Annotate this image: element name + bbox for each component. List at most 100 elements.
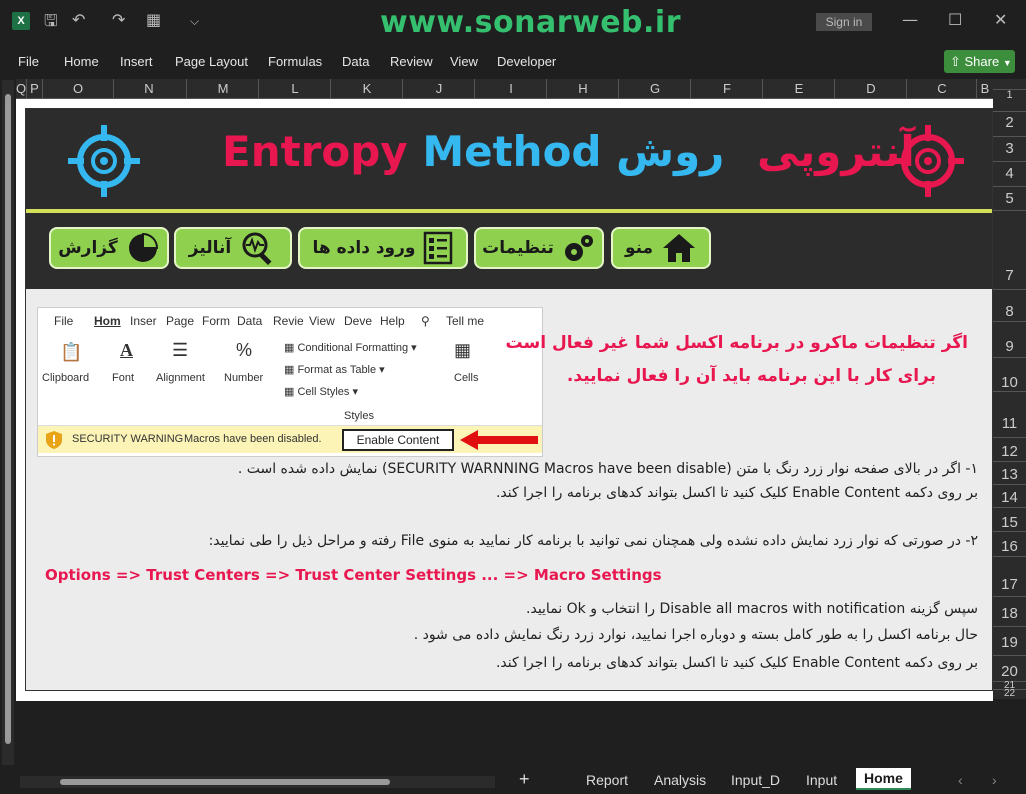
row-header-14[interactable]: 14	[993, 484, 1026, 507]
horizontal-scrollbar[interactable]	[20, 776, 495, 788]
quick-access-dropdown-icon[interactable]: ⌵	[190, 14, 199, 29]
sheet-tab-input[interactable]: Input	[806, 772, 837, 788]
menu-page-layout[interactable]: Page Layout	[175, 54, 248, 69]
row-header-22[interactable]: 22	[993, 689, 1026, 699]
menu-developer[interactable]: Developer	[497, 54, 556, 69]
col-header-g[interactable]: G	[619, 81, 691, 96]
menu-review[interactable]: Review	[390, 54, 433, 69]
ribbon-menu-bar: File Home Insert Page Layout Formulas Da…	[0, 44, 1026, 78]
row-header-2[interactable]: 2	[993, 111, 1026, 133]
magnifier-pulse-icon	[242, 232, 272, 266]
settings-button[interactable]: تنظیمات	[474, 227, 604, 269]
row-header-11[interactable]: 11	[993, 391, 1026, 437]
col-header-e[interactable]: E	[763, 81, 835, 96]
column-header: Q P O N M L K J I H G F E D C B	[16, 79, 993, 99]
report-button[interactable]: گزارش	[49, 227, 169, 269]
clipboard-icon: 📋	[60, 342, 83, 362]
menu-data[interactable]: Data	[342, 54, 369, 69]
title-fa-method: روش	[616, 127, 725, 176]
row-header-4[interactable]: 4	[993, 161, 1026, 184]
format-table-label: Format as Table	[297, 364, 377, 376]
target-icon-right	[892, 125, 964, 197]
share-button[interactable]: ⇧ Share ▼	[944, 50, 1015, 73]
data-entry-button[interactable]: ورود داده ها	[298, 227, 468, 269]
row-header-16[interactable]: 16	[993, 531, 1026, 556]
tab-scroll-right-icon[interactable]: ›	[992, 772, 997, 788]
col-header-n[interactable]: N	[114, 81, 184, 96]
customize-icon[interactable]: ▦	[146, 10, 161, 29]
shot-tab-data: Data	[237, 314, 263, 328]
horizontal-scroll-thumb[interactable]	[60, 779, 390, 785]
sheet-tab-report[interactable]: Report	[586, 772, 628, 788]
col-header-j[interactable]: J	[403, 81, 475, 96]
row-header-9[interactable]: 9	[993, 321, 1026, 357]
menu-file[interactable]: File	[18, 54, 39, 69]
row-header-3[interactable]: 3	[993, 136, 1026, 159]
col-header-q[interactable]: Q	[16, 81, 26, 96]
security-warning-bar: SECURITY WARNING Macros have been disabl…	[38, 425, 542, 453]
row-header-18[interactable]: 18	[993, 596, 1026, 626]
col-header-d[interactable]: D	[835, 81, 907, 96]
cell-styles-item: ▦ Cell Styles ▾	[284, 386, 358, 398]
analysis-label: آنالیز	[188, 238, 232, 258]
format-as-table-item: ▦ Format as Table ▾	[284, 364, 385, 376]
gears-icon	[564, 235, 593, 261]
row-header-12[interactable]: 12	[993, 437, 1026, 461]
maximize-icon[interactable]: ☐	[948, 10, 962, 29]
menu-formulas[interactable]: Formulas	[268, 54, 322, 69]
vertical-scroll-thumb[interactable]	[5, 94, 11, 744]
save-icon[interactable]: 🖫	[44, 10, 58, 37]
sheet-tab-analysis[interactable]: Analysis	[654, 772, 706, 788]
undo-icon[interactable]: ↶	[72, 10, 85, 29]
menu-insert[interactable]: Insert	[120, 54, 153, 69]
menu-view[interactable]: View	[450, 54, 478, 69]
row-header-10[interactable]: 10	[993, 357, 1026, 391]
shot-group-alignment: Alignment	[156, 372, 205, 384]
macro-headline-2: برای کار با این برنامه باید آن را فعال ن…	[566, 366, 936, 386]
row-header-15[interactable]: 15	[993, 507, 1026, 531]
shot-tab-file: File	[54, 314, 74, 328]
col-header-h[interactable]: H	[547, 81, 619, 96]
close-icon[interactable]: ✕	[994, 10, 1007, 29]
row-header-17[interactable]: 17	[993, 556, 1026, 596]
nav-band: گزارش آنالیز ورود داده ها تنظیمات منو	[26, 213, 992, 289]
minimize-icon[interactable]: —	[902, 10, 918, 29]
options-path: Options => Trust Centers => Trust Center…	[45, 566, 662, 584]
col-header-b[interactable]: B	[977, 81, 993, 96]
sheet-tab-home[interactable]: Home	[856, 768, 911, 790]
shot-group-clipboard: Clipboard	[42, 372, 90, 384]
add-sheet-button[interactable]: +	[519, 769, 530, 790]
col-header-k[interactable]: K	[331, 81, 403, 96]
settings-label: تنظیمات	[482, 238, 554, 258]
row-header-5[interactable]: 5	[993, 186, 1026, 209]
col-header-i[interactable]: I	[475, 81, 547, 96]
analysis-button[interactable]: آنالیز	[174, 227, 292, 269]
menu-home[interactable]: Home	[64, 54, 99, 69]
row-header-7[interactable]: 7	[993, 210, 1026, 287]
sign-in-button[interactable]: Sign in	[816, 13, 872, 31]
col-header-l[interactable]: L	[259, 81, 331, 96]
menu-nav-button[interactable]: منو	[611, 227, 711, 269]
row-header-20[interactable]: 20	[993, 655, 1026, 681]
excel-logo-icon: X	[12, 12, 30, 30]
shot-tab-form: Form	[202, 314, 230, 328]
col-header-o[interactable]: O	[43, 81, 113, 96]
row-header-1[interactable]: 1	[993, 89, 1026, 101]
col-header-f[interactable]: F	[691, 81, 763, 96]
tab-scroll-left-icon[interactable]: ‹	[958, 772, 963, 788]
red-arrow-icon	[460, 430, 538, 450]
sheet-tab-input-d[interactable]: Input_D	[731, 772, 780, 788]
row-header-13[interactable]: 13	[993, 461, 1026, 484]
step1-line1: ۱- اگر در بالای صفحه نوار زرد رنگ با متن…	[237, 461, 978, 477]
font-color-icon: A	[120, 340, 133, 360]
report-label: گزارش	[58, 238, 118, 258]
vertical-scrollbar[interactable]	[2, 80, 14, 770]
checklist-icon	[424, 231, 453, 265]
title-method: Method	[422, 127, 602, 176]
col-header-c[interactable]: C	[907, 81, 977, 96]
row-header-19[interactable]: 19	[993, 626, 1026, 655]
redo-icon[interactable]: ↷	[112, 10, 125, 29]
col-header-m[interactable]: M	[187, 81, 259, 96]
row-header-8[interactable]: 8	[993, 289, 1026, 320]
col-header-p[interactable]: P	[27, 81, 42, 96]
